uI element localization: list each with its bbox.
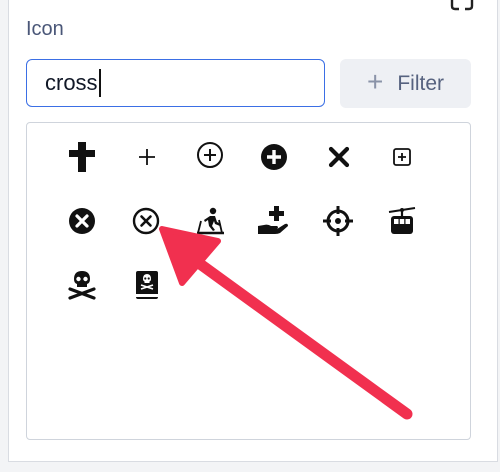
- skiing-nordic-icon[interactable]: [192, 203, 228, 239]
- fullscreen-icon[interactable]: [449, 0, 475, 12]
- plus-circle-outline-icon[interactable]: [192, 137, 228, 173]
- plus-circle-filled-icon[interactable]: [256, 139, 292, 175]
- hand-holding-medical-icon[interactable]: [256, 203, 292, 239]
- skull-crossbones-icon[interactable]: [64, 267, 100, 303]
- plus-icon[interactable]: [129, 139, 165, 175]
- plus-icon: +: [366, 66, 384, 97]
- x-circle-filled-icon[interactable]: [64, 203, 100, 239]
- filter-button[interactable]: + Filter: [340, 59, 471, 108]
- crosshairs-icon[interactable]: [320, 203, 356, 239]
- icon-search-input[interactable]: cross: [26, 59, 325, 107]
- cable-car-icon[interactable]: [384, 203, 420, 239]
- x-mark-icon[interactable]: [321, 139, 357, 175]
- search-input-value: cross: [45, 70, 98, 95]
- filter-button-label: Filter: [397, 71, 445, 95]
- icon-results-grid: [26, 122, 471, 440]
- x-circle-outline-icon[interactable]: [128, 203, 164, 239]
- plus-square-icon[interactable]: [384, 139, 420, 175]
- cross-icon[interactable]: [64, 139, 100, 175]
- icon-field-label: Icon: [26, 18, 64, 40]
- book-dead-icon[interactable]: [129, 267, 165, 303]
- text-caret: [98, 69, 101, 97]
